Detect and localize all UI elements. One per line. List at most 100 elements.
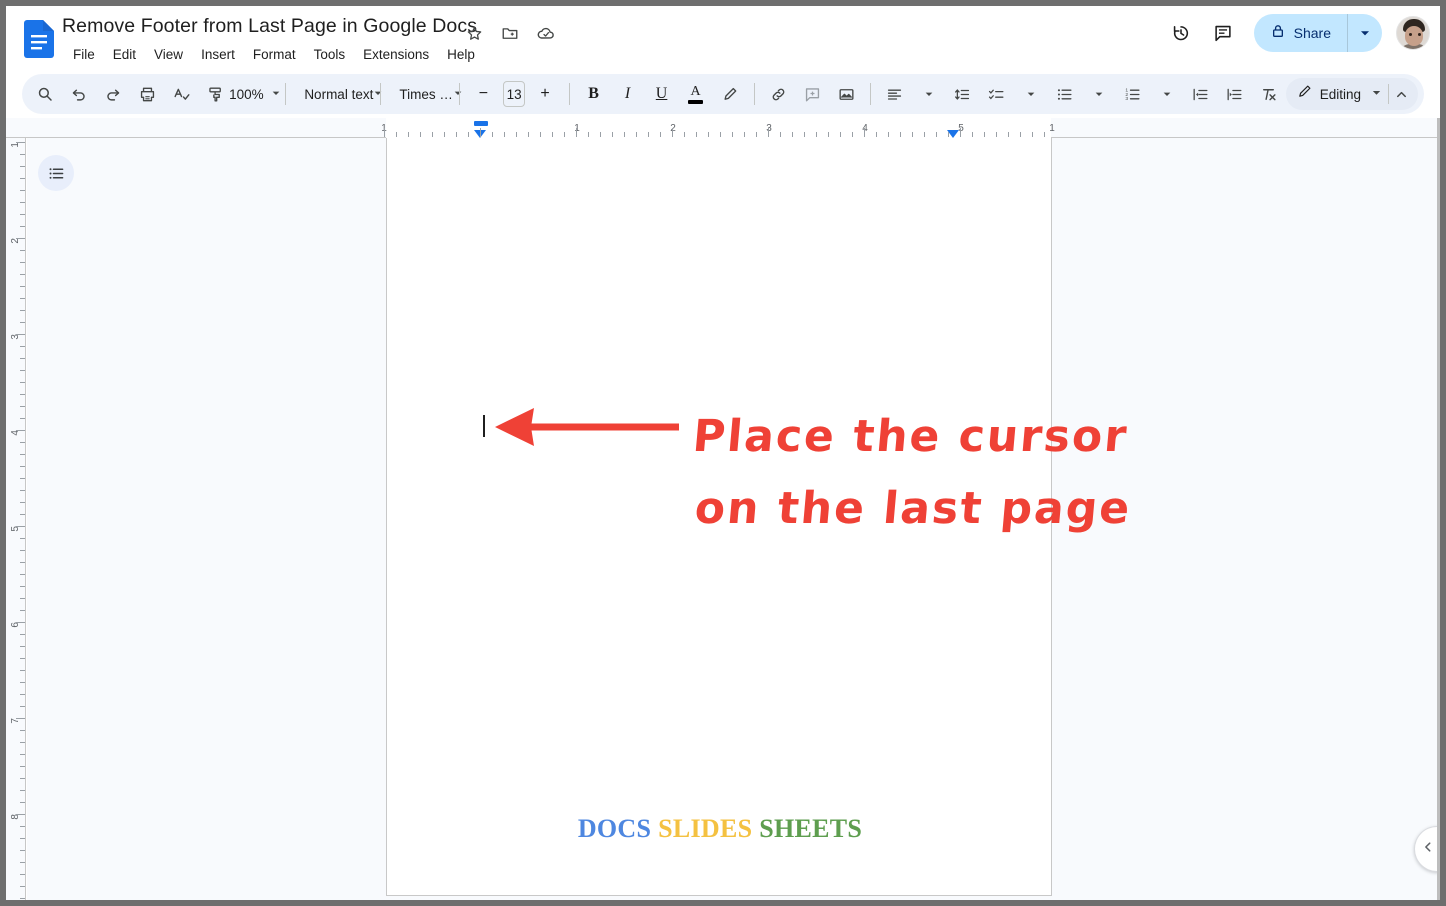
horizontal-ruler[interactable]: 1 1 2 3 4 5 1 <box>6 118 1440 138</box>
move-to-folder-icon[interactable] <box>497 20 523 46</box>
ruler-tick <box>20 730 25 731</box>
share-button[interactable]: Share <box>1253 14 1382 52</box>
bulleted-list-icon[interactable] <box>1050 79 1080 109</box>
font-family-selector[interactable]: Times … <box>389 79 462 109</box>
ruler-tick <box>20 358 25 359</box>
redo-icon[interactable] <box>98 79 128 109</box>
ruler-tick <box>576 128 577 137</box>
decrease-font-size-button[interactable]: − <box>468 79 498 109</box>
ruler-tick <box>648 132 649 137</box>
checklist-dropdown-caret[interactable] <box>1016 79 1046 109</box>
menu-item-edit[interactable]: Edit <box>104 44 145 66</box>
menu-item-tools[interactable]: Tools <box>305 44 355 66</box>
undo-icon[interactable] <box>64 79 94 109</box>
bold-label: B <box>588 85 599 102</box>
page-footer[interactable]: DOCS SLIDES SHEETS <box>387 814 1053 844</box>
ruler-tick <box>564 132 565 137</box>
add-comment-icon[interactable] <box>797 79 827 109</box>
ruler-tick <box>20 418 25 419</box>
italic-button[interactable]: I <box>613 79 643 109</box>
paragraph-style-value: Normal text <box>304 86 374 102</box>
ruler-tick <box>840 132 841 137</box>
search-icon[interactable] <box>30 79 60 109</box>
document-title[interactable]: Remove Footer from Last Page in Google D… <box>62 12 477 40</box>
editing-mode-selector[interactable]: Editing <box>1285 78 1418 110</box>
first-line-indent-marker[interactable] <box>474 121 488 126</box>
decrease-font-size-label: − <box>478 85 489 102</box>
google-docs-window: Remove Footer from Last Page in Google D… <box>6 6 1440 900</box>
numbered-list-icon[interactable]: 1 2 3 <box>1118 79 1148 109</box>
star-icon[interactable] <box>461 20 487 46</box>
google-docs-file-icon[interactable] <box>24 20 54 58</box>
align-left-icon[interactable] <box>880 79 910 109</box>
menu-item-help[interactable]: Help <box>438 44 484 66</box>
text-color-button[interactable]: A <box>681 79 711 109</box>
font-size-input[interactable]: 13 <box>503 81 525 107</box>
comments-icon[interactable] <box>1204 14 1242 52</box>
ruler-tick <box>924 132 925 137</box>
document-canvas[interactable]: DOCS SLIDES SHEETS Place the cursor on t… <box>27 138 1440 900</box>
underline-button[interactable]: U <box>647 79 677 109</box>
ruler-tick <box>20 874 25 875</box>
menu-item-insert[interactable]: Insert <box>192 44 244 66</box>
ruler-tick <box>456 132 457 137</box>
bulleted-list-dropdown-caret[interactable] <box>1084 79 1114 109</box>
ruler-tick <box>20 394 25 395</box>
cloud-saved-icon[interactable] <box>533 20 559 46</box>
paint-format-icon[interactable] <box>200 79 230 109</box>
ruler-tick <box>20 538 25 539</box>
decrease-indent-icon[interactable] <box>1186 79 1216 109</box>
ruler-tick <box>996 132 997 137</box>
ruler-tick <box>20 346 25 347</box>
increase-font-size-label: + <box>540 85 550 102</box>
chevron-up-icon[interactable] <box>1395 88 1414 101</box>
bold-button[interactable]: B <box>579 79 609 109</box>
ruler-tick <box>1032 132 1033 137</box>
ruler-tick <box>20 454 25 455</box>
chevron-left-icon <box>1422 840 1434 858</box>
main-toolbar: 100% Normal text Times … − 13 + B I U A … <box>22 74 1424 114</box>
zoom-level-selector[interactable]: 100% <box>229 79 279 109</box>
insert-image-icon[interactable] <box>831 79 861 109</box>
menu-item-view[interactable]: View <box>145 44 192 66</box>
ruler-tick <box>468 132 469 137</box>
share-dropdown-caret[interactable] <box>1348 14 1382 52</box>
highlight-pen-icon[interactable] <box>715 79 745 109</box>
ruler-tick <box>20 862 25 863</box>
increase-indent-icon[interactable] <box>1220 79 1250 109</box>
menu-item-file[interactable]: File <box>64 44 104 66</box>
account-avatar[interactable] <box>1396 16 1430 50</box>
ruler-tick <box>20 406 25 407</box>
clear-formatting-icon[interactable] <box>1254 79 1284 109</box>
print-icon[interactable] <box>132 79 162 109</box>
footer-part-docs: DOCS <box>577 814 652 843</box>
line-spacing-icon[interactable] <box>948 79 978 109</box>
insert-link-icon[interactable] <box>763 79 793 109</box>
version-history-icon[interactable] <box>1162 14 1200 52</box>
paragraph-style-selector[interactable]: Normal text <box>294 79 382 109</box>
text-cursor <box>483 415 485 437</box>
ruler-tick <box>804 132 805 137</box>
ruler-tick <box>480 128 481 137</box>
spelling-grammar-check-icon[interactable] <box>166 79 196 109</box>
checklist-icon[interactable] <box>982 79 1012 109</box>
numbered-list-dropdown-caret[interactable] <box>1152 79 1182 109</box>
ruler-tick <box>20 298 25 299</box>
chevron-down-icon <box>373 85 383 103</box>
ruler-tick <box>960 128 961 137</box>
menu-item-format[interactable]: Format <box>244 44 305 66</box>
vertical-ruler[interactable]: 1 2 3 4 5 6 7 8 <box>6 138 26 900</box>
ruler-tick <box>600 132 601 137</box>
align-dropdown-caret[interactable] <box>914 79 944 109</box>
share-main[interactable]: Share <box>1254 14 1348 52</box>
menu-item-extensions[interactable]: Extensions <box>354 44 438 66</box>
document-outline-icon[interactable] <box>38 155 74 191</box>
right-scroll-edge[interactable] <box>1437 138 1440 900</box>
text-color-label: A <box>690 83 701 99</box>
title-action-icons <box>461 20 559 46</box>
document-page[interactable]: DOCS SLIDES SHEETS <box>386 138 1052 896</box>
ruler-tick <box>612 132 613 137</box>
increase-font-size-button[interactable]: + <box>530 79 560 109</box>
divider <box>284 83 286 105</box>
chevron-down-icon[interactable] <box>1371 85 1382 103</box>
